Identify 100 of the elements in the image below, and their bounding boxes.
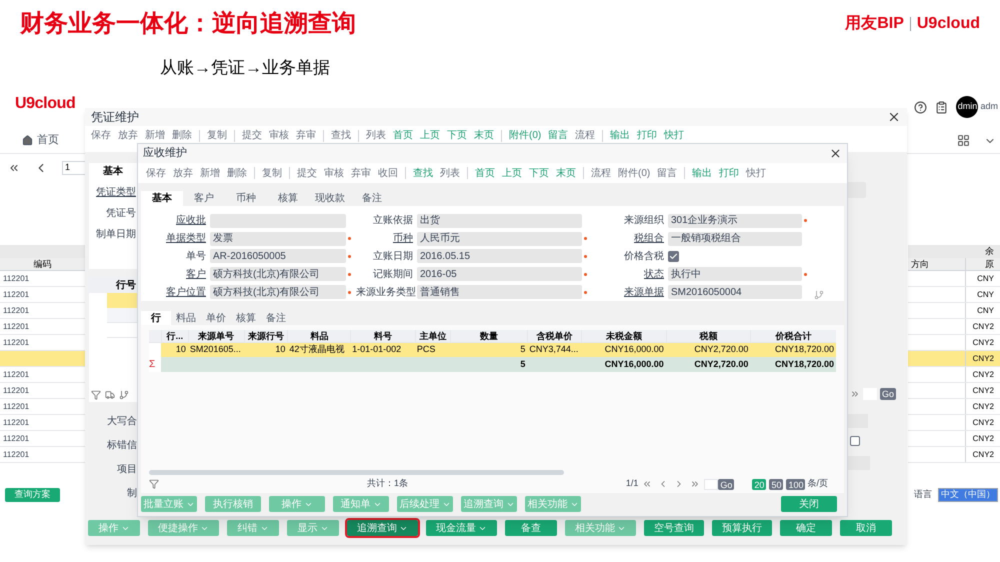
toolbar-item[interactable]: 列表 <box>366 128 386 143</box>
toolbar-item[interactable]: 复制 <box>207 128 227 143</box>
go-button[interactable]: Go <box>718 478 734 490</box>
input-field[interactable]: 发票 <box>210 232 346 246</box>
query-scheme-button[interactable]: 查询方案 <box>5 488 60 502</box>
toolbar-item[interactable]: 弃审 <box>351 166 371 180</box>
page-size-option[interactable]: 100 <box>786 478 806 490</box>
toolbar-item[interactable]: 上页 <box>420 128 440 143</box>
toolbar-item[interactable]: 保存 <box>91 128 111 143</box>
toolbar-item[interactable]: 输出 <box>692 166 712 180</box>
toolbar-item[interactable]: 审核 <box>269 128 289 143</box>
toolbar-item[interactable]: 打印 <box>719 166 740 180</box>
input-field[interactable] <box>210 214 346 228</box>
toolbar-item[interactable]: 复制 <box>262 166 282 180</box>
toolbar-item[interactable]: 删除 <box>227 166 247 180</box>
action-button[interactable]: 空号查询 <box>644 520 704 536</box>
input-field[interactable]: 2016.05.15 <box>417 249 582 264</box>
input-field[interactable]: 2016-05 <box>417 267 582 282</box>
toolbar-item[interactable]: 新增 <box>200 166 220 180</box>
toolbar-item[interactable]: 留言 <box>548 128 568 143</box>
input-field[interactable]: 一般销项税组合 <box>668 232 802 246</box>
toolbar-item[interactable]: 末页 <box>556 166 576 180</box>
toolbar-item[interactable]: 弃审 <box>296 128 316 143</box>
input-field[interactable]: 人民币元 <box>417 232 582 246</box>
toolbar-item[interactable]: 首页 <box>393 128 413 143</box>
page-size-option[interactable]: 50 <box>769 478 784 490</box>
page-input[interactable] <box>704 478 718 490</box>
toolbar-item[interactable]: 查找 <box>331 128 351 143</box>
input-field[interactable] <box>848 414 868 428</box>
toolbar-item[interactable]: 流程 <box>591 166 611 180</box>
input-field[interactable]: 普通销售 <box>417 285 582 300</box>
action-button[interactable]: 备查 <box>505 520 557 536</box>
tab[interactable]: 料品 <box>171 311 201 325</box>
checkbox[interactable] <box>668 250 679 262</box>
help-icon[interactable] <box>914 100 928 114</box>
action-button[interactable]: 确定 <box>780 520 832 536</box>
tab[interactable]: 备注 <box>351 191 393 206</box>
toolbar-item[interactable]: 查找 <box>413 166 433 180</box>
toolbar-item[interactable]: 审核 <box>324 166 344 180</box>
toolbar-item[interactable]: 留言 <box>657 166 678 180</box>
clipboard-icon[interactable] <box>935 100 948 114</box>
filter-icon[interactable] <box>91 390 101 400</box>
action-button[interactable]: 预算执行 <box>712 520 772 536</box>
toolbar-item[interactable]: 保存 <box>146 166 166 180</box>
checkbox[interactable] <box>850 436 860 446</box>
tab[interactable]: 现收款 <box>309 191 351 206</box>
toolbar-item[interactable]: 新增 <box>145 128 165 143</box>
input-field[interactable]: SM2016050004 <box>668 285 802 300</box>
page-size-option[interactable]: 20 <box>752 478 766 490</box>
close-icon[interactable] <box>829 147 842 160</box>
toolbar-item[interactable]: 放弃 <box>173 166 193 180</box>
branch-icon[interactable] <box>119 390 129 400</box>
toolbar-item[interactable]: 提交 <box>242 128 262 143</box>
truck-icon[interactable] <box>105 390 115 400</box>
toolbar-item[interactable]: 下页 <box>529 166 549 180</box>
toolbar-item[interactable]: 打印 <box>637 128 658 143</box>
input-field[interactable]: 出货 <box>417 214 582 228</box>
tab[interactable]: 核算 <box>231 311 261 325</box>
toolbar-item[interactable]: 快打 <box>746 166 766 180</box>
toolbar-item[interactable]: 下页 <box>447 128 467 143</box>
first-page-icon[interactable] <box>642 479 652 489</box>
filter-icon[interactable] <box>149 479 159 489</box>
first-page-icon[interactable] <box>8 162 20 174</box>
tab[interactable]: 币种 <box>225 191 267 206</box>
input-field[interactable]: 硕方科技(北京)有限公司 <box>210 285 346 300</box>
tab[interactable]: 客户 <box>183 191 225 206</box>
table-row[interactable]: 10 SM201605... 10 42寸液晶电视 1-01-01-002 PCS 5 CNY3,744... CNY16,000.00 CNY2,720.00 CNY18,720.00 <box>149 343 836 357</box>
input-field[interactable] <box>848 182 866 198</box>
toolbar-item[interactable]: 末页 <box>474 128 494 143</box>
close-icon[interactable] <box>887 110 901 124</box>
tab[interactable]: 备注 <box>261 311 291 325</box>
go-button[interactable]: Go <box>880 388 896 400</box>
input-field[interactable]: 执行中 <box>668 267 802 282</box>
avatar[interactable]: dmin <box>956 96 978 118</box>
tab[interactable]: 基本 <box>89 163 137 179</box>
dropdown-button[interactable]: 追溯查询 <box>347 520 418 536</box>
toolbar-item[interactable]: 收回 <box>378 166 398 180</box>
toolbar-item[interactable]: 放弃 <box>118 128 138 143</box>
action-button[interactable]: 取消 <box>840 520 892 536</box>
last-page-icon[interactable] <box>690 479 700 489</box>
toolbar-item[interactable]: 首页 <box>475 166 495 180</box>
close-button[interactable]: 关闭 <box>781 496 837 512</box>
input-field[interactable]: 硕方科技(北京)有限公司 <box>210 267 346 282</box>
toolbar-item[interactable]: 附件(0) <box>618 166 650 180</box>
tab[interactable]: 单价 <box>201 311 231 325</box>
toolbar-item[interactable]: 删除 <box>172 128 192 143</box>
toolbar-item[interactable]: 快打 <box>664 128 684 143</box>
tab[interactable]: 行 <box>141 311 171 325</box>
language-select[interactable]: 中文（中国） <box>938 488 998 502</box>
last-page-icon[interactable] <box>850 389 860 399</box>
dropdown-button[interactable]: 现金流量 <box>426 520 497 536</box>
toolbar-item[interactable]: 列表 <box>440 166 460 180</box>
input-field[interactable] <box>848 456 870 470</box>
toolbar-item[interactable]: 附件(0) <box>509 128 542 143</box>
toolbar-item[interactable]: 输出 <box>610 128 630 143</box>
input-field[interactable]: AR-2016050005 <box>210 249 346 264</box>
toolbar-item[interactable]: 上页 <box>502 166 522 180</box>
home-tab[interactable]: 首页 <box>22 132 59 149</box>
tab[interactable]: 基本 <box>141 191 183 206</box>
input-field[interactable]: 301企业务演示 <box>668 214 802 228</box>
